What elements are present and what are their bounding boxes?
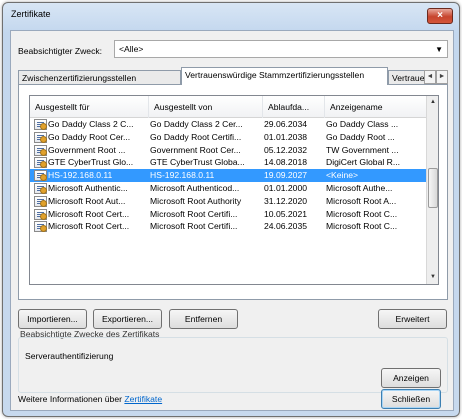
list-header: Ausgestellt für Ausgestellt von Ablaufda…	[30, 96, 427, 118]
scroll-thumb[interactable]	[428, 168, 438, 208]
column-header-issued-by[interactable]: Ausgestellt von	[149, 96, 263, 118]
purpose-label: Beabsichtigter Zweck:	[18, 46, 103, 56]
cell-issued-to: Microsoft Root Cert...	[48, 221, 130, 232]
cell-friendly-name: Microsoft Root C...	[326, 221, 398, 232]
more-info-prefix: Weitere Informationen über	[18, 394, 125, 404]
close-window-button[interactable]: ×	[427, 8, 453, 24]
cell-issued-to: Microsoft Authentic...	[48, 182, 128, 193]
table-row[interactable]: Microsoft Root Aut... Microsoft Root Auth…	[30, 195, 427, 208]
cell-expiration-date: 05.12.2032	[264, 144, 308, 155]
certificate-icon	[34, 195, 47, 207]
table-row[interactable]: Go Daddy Root Cer... Go Daddy Root Certif…	[30, 131, 427, 144]
more-info-text: Weitere Informationen über Zertifikate	[18, 394, 162, 404]
certificate-icon	[34, 131, 47, 143]
cell-issued-to: Microsoft Root Cert...	[48, 208, 130, 219]
title-bar: Zertifikate ×	[3, 3, 459, 29]
import-button[interactable]: Importieren...	[18, 309, 87, 329]
certificate-icon	[34, 208, 47, 220]
table-row[interactable]: Microsoft Root Cert... Microsoft Root Cer…	[30, 220, 427, 233]
certificates-dialog: Zertifikate × Beabsichtigter Zweck: <All…	[2, 2, 460, 417]
cell-friendly-name: Microsoft Authe...	[326, 182, 393, 193]
export-button[interactable]: Exportieren...	[93, 309, 162, 329]
cell-expiration-date: 01.01.2000	[264, 182, 308, 193]
certificate-icon	[34, 157, 47, 169]
tab-scroll-buttons: ◄ ►	[424, 70, 448, 84]
cell-issued-by: Go Daddy Class 2 Cer...	[150, 119, 243, 129]
view-button[interactable]: Anzeigen	[381, 368, 441, 388]
table-row[interactable]: Go Daddy Class 2 C... Go Daddy Class 2 Ce…	[30, 118, 427, 131]
close-button[interactable]: Schließen	[381, 389, 441, 409]
tab-scroll-right-icon[interactable]: ►	[436, 70, 448, 84]
cell-expiration-date: 01.01.2038	[264, 131, 308, 142]
purpose-dropdown[interactable]: <Alle> ▼	[114, 40, 448, 58]
cell-expiration-date: 10.05.2021	[264, 208, 308, 219]
cell-friendly-name: Microsoft Root C...	[326, 208, 398, 219]
table-row[interactable]: GTE CyberTrust Glo... GTE CyberTrust Glob…	[30, 156, 427, 169]
cell-expiration-date: 14.08.2018	[264, 157, 308, 168]
cell-issued-to: HS-192.168.0.11	[48, 170, 113, 181]
cell-issued-by: Go Daddy Root Certifi...	[150, 131, 242, 142]
cell-friendly-name: Microsoft Root A...	[326, 195, 397, 206]
table-row[interactable]: Microsoft Authentic... Microsoft Authenti…	[30, 182, 427, 195]
cell-issued-by: HS-192.168.0.11	[150, 170, 215, 181]
tab-trusted-root-cas[interactable]: Vertrauenswürdige Stammzertifizierungsst…	[181, 67, 388, 85]
certificate-icon	[34, 170, 47, 182]
cell-friendly-name: Go Daddy Class ...	[326, 119, 399, 129]
scroll-up-icon[interactable]: ▲	[427, 96, 438, 109]
list-scrollbar[interactable]: ▲ ▼	[426, 96, 438, 284]
dialog-client-area: Beabsichtigter Zweck: <Alle> ▼ Zwischenz…	[10, 30, 454, 411]
table-row[interactable]: HS-192.168.0.11 HS-192.168.0.11 19.09.2027…	[30, 169, 427, 182]
cell-friendly-name: DigiCert Global R...	[326, 157, 401, 168]
certificate-icon	[34, 144, 47, 156]
column-header-issued-to[interactable]: Ausgestellt für	[30, 96, 149, 118]
certificate-list[interactable]: Ausgestellt für Ausgestellt von Ablaufda…	[29, 95, 439, 285]
certificate-icon	[34, 119, 47, 130]
purposes-value: Serverauthentifizierung	[25, 351, 114, 361]
cell-issued-to: GTE CyberTrust Glo...	[48, 157, 134, 168]
cell-issued-by: Microsoft Root Certifi...	[150, 221, 238, 232]
cell-expiration-date: 24.06.2035	[264, 221, 308, 232]
purpose-selected-value: <Alle>	[119, 44, 144, 54]
list-rows: Go Daddy Class 2 C... Go Daddy Class 2 Ce…	[30, 118, 427, 233]
cell-expiration-date: 31.12.2020	[264, 195, 308, 206]
column-header-expiration[interactable]: Ablaufda...	[263, 96, 325, 118]
cell-expiration-date: 29.06.2034	[264, 119, 308, 129]
tab-scroll-left-icon[interactable]: ◄	[424, 70, 436, 84]
cell-issued-by: Government Root Cer...	[150, 144, 241, 155]
remove-button[interactable]: Entfernen	[169, 309, 238, 329]
cell-issued-to: Go Daddy Root Cer...	[48, 131, 131, 142]
table-row[interactable]: Microsoft Root Cert... Microsoft Root Cer…	[30, 208, 427, 221]
cell-expiration-date: 19.09.2027	[264, 170, 308, 181]
certificate-icon	[34, 182, 47, 194]
cell-friendly-name: <Keine>	[326, 170, 359, 181]
cell-issued-to: Go Daddy Class 2 C...	[48, 119, 134, 129]
window-title: Zertifikate	[11, 9, 51, 19]
cell-friendly-name: Go Daddy Root ...	[326, 131, 395, 142]
tab-strip: Zwischenzertifizierungsstellen Vertrauen…	[18, 66, 448, 85]
table-row[interactable]: Government Root ... Government Root Cer..…	[30, 144, 427, 157]
cell-issued-by: Microsoft Authenticod...	[150, 182, 240, 193]
column-header-friendly-name[interactable]: Anzeigename	[325, 96, 427, 118]
cell-issued-by: Microsoft Root Authority	[150, 195, 242, 206]
scroll-down-icon[interactable]: ▼	[427, 271, 438, 284]
tab-intermediate-cas[interactable]: Zwischenzertifizierungsstellen	[18, 70, 181, 85]
cell-issued-by: Microsoft Root Certifi...	[150, 208, 238, 219]
certificates-link[interactable]: Zertifikate	[124, 394, 162, 404]
advanced-button[interactable]: Erweitert	[378, 309, 447, 329]
cell-friendly-name: TW Government ...	[326, 144, 399, 155]
tab-panel: Ausgestellt für Ausgestellt von Ablaufda…	[18, 84, 448, 300]
tab-trusted-publishers[interactable]: Vertrauens	[388, 70, 428, 85]
certificate-icon	[34, 221, 47, 233]
chevron-down-icon: ▼	[435, 45, 443, 54]
cell-issued-to: Government Root ...	[48, 144, 126, 155]
cell-issued-by: GTE CyberTrust Globa...	[150, 157, 245, 168]
cell-issued-to: Microsoft Root Aut...	[48, 195, 126, 206]
